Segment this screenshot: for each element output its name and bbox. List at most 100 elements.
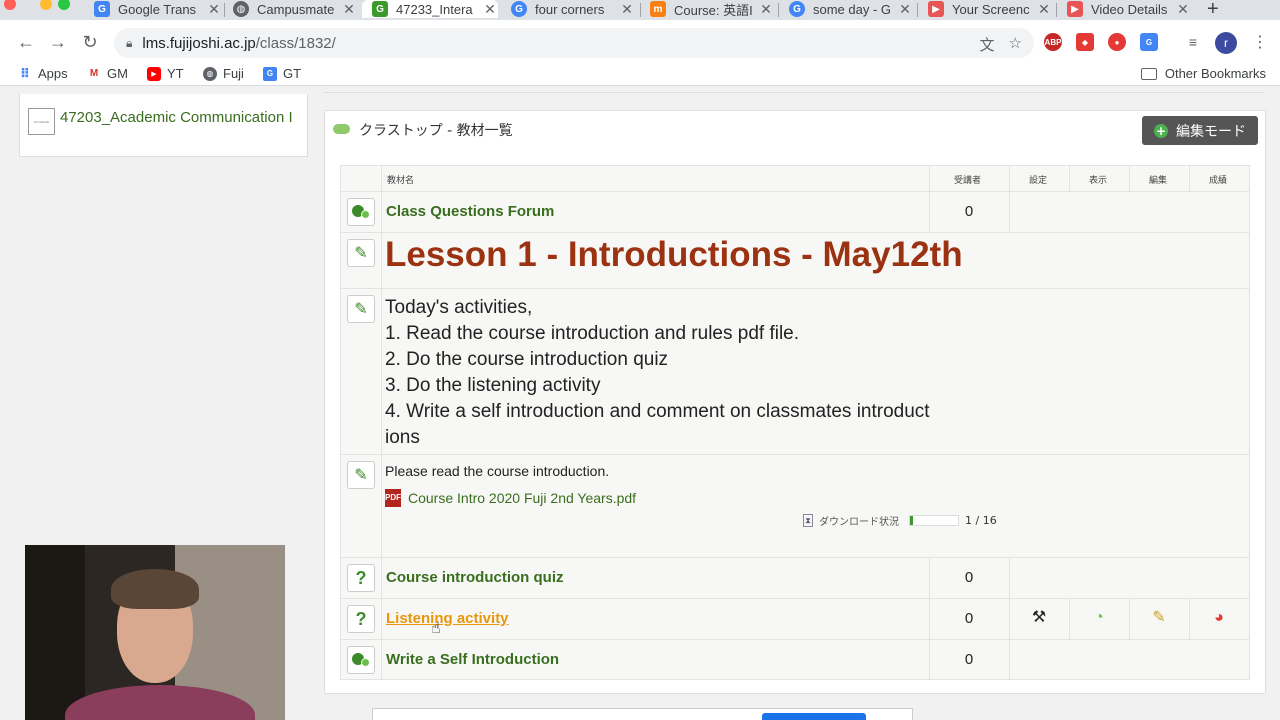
reload-icon[interactable]: ↻ xyxy=(78,30,102,54)
google-translate-icon: G xyxy=(94,1,110,17)
course-link[interactable]: 47203_Academic Communication I xyxy=(60,108,300,128)
column-header-grades: 成績 xyxy=(1209,176,1228,186)
google-translate-extension-icon[interactable]: G xyxy=(1140,33,1158,51)
pencil-icon[interactable]: ✎ xyxy=(347,295,375,323)
browser-tab[interactable]: ▶ Your Screenc ✕ xyxy=(928,0,1052,18)
pdf-link[interactable]: PDF Course Intro 2020 Fuji 2nd Years.pdf xyxy=(385,489,636,507)
browser-tab[interactable]: ▶ Video Details ✕ xyxy=(1067,0,1191,18)
browser-tab-active[interactable]: G 47233_Intera ✕ xyxy=(362,0,498,18)
close-tab-icon[interactable]: ✕ xyxy=(1036,1,1052,18)
browser-tab[interactable]: G Google Trans ✕ xyxy=(94,0,222,18)
table-row: Write a Self Introduction 0 xyxy=(341,639,1249,679)
materials-panel: クラストップ - 教材一覧 + 編集モード 教材名 受講者 設定 表示 編集 成… xyxy=(324,110,1266,694)
url-host: lms.fujijoshi.ac.jp xyxy=(142,34,256,52)
settings-tools-icon[interactable]: ⚒ xyxy=(1029,608,1049,628)
browser-tab[interactable]: G some day - G ✕ xyxy=(789,0,913,18)
adblock-plus-icon[interactable]: ABP xyxy=(1044,33,1062,51)
browser-tab[interactable]: ◍ Campusmate ✕ xyxy=(233,0,357,18)
grades-icon[interactable]: ◕ xyxy=(1209,608,1229,628)
google-icon: G xyxy=(511,1,527,17)
window-minimize-button[interactable] xyxy=(40,0,52,10)
quiz-icon[interactable]: ? xyxy=(347,605,375,633)
close-tab-icon[interactable]: ✕ xyxy=(341,1,357,18)
activity-item: 4. Write a self introduction and comment… xyxy=(385,401,930,422)
screencast-icon: ▶ xyxy=(1067,1,1083,17)
profile-avatar[interactable]: r xyxy=(1215,32,1237,54)
tab-title: Course: 英語I xyxy=(674,2,753,18)
bookmarks-bar: ⠿ Apps M GM ▶ YT ◍ Fuji G GT Other Bookm… xyxy=(0,64,1280,86)
activity-item: 2. Do the course introduction quiz xyxy=(385,349,669,370)
lock-icon[interactable]: 🔒︎ xyxy=(126,36,132,51)
forum-link[interactable]: Class Questions Forum xyxy=(386,203,554,220)
webcam-overlay xyxy=(25,545,285,720)
tab-title: four corners xyxy=(535,1,605,17)
close-tab-icon[interactable]: ✕ xyxy=(1175,1,1191,18)
other-bookmarks[interactable]: Other Bookmarks xyxy=(1140,66,1266,81)
forum-icon[interactable] xyxy=(347,198,375,226)
bookmark-yt[interactable]: ▶ YT xyxy=(147,66,184,81)
bookmark-gt[interactable]: G GT xyxy=(263,66,301,81)
tab-title: Google Trans xyxy=(118,1,197,17)
window-zoom-button[interactable] xyxy=(58,0,70,10)
close-tab-icon[interactable]: ✕ xyxy=(897,1,913,18)
activities-text: Today's activities, 1. Read the course i… xyxy=(385,295,1005,451)
bookmark-apps[interactable]: ⠿ Apps xyxy=(18,65,68,82)
other-bookmarks-label: Other Bookmarks xyxy=(1164,66,1266,81)
bookmark-label: YT xyxy=(167,66,184,81)
display-toggle-icon[interactable]: ◔ xyxy=(1089,608,1109,628)
course-sidebar: NO IMAGE 47203_Academic Communication I xyxy=(19,94,308,157)
download-label: ダウンロード状況 xyxy=(819,517,899,528)
intro-text: Please read the course introduction. xyxy=(385,463,610,479)
edit-mode-button[interactable]: + 編集モード xyxy=(1142,116,1258,145)
activity-item: 1. Read the course introduction and rule… xyxy=(385,323,800,344)
table-row: Class Questions Forum 0 xyxy=(341,191,1249,232)
pencil-icon[interactable]: ✎ xyxy=(347,461,375,489)
edit-pencil-icon[interactable]: ✎ xyxy=(1149,608,1169,628)
selfintro-link[interactable]: Write a Self Introduction xyxy=(386,651,559,668)
hourglass-icon: ⧗ xyxy=(803,514,813,527)
close-tab-icon[interactable]: ✕ xyxy=(758,1,774,18)
shield-icon[interactable]: ◆ xyxy=(1076,33,1094,51)
pencil-icon[interactable]: ✎ xyxy=(347,239,375,267)
moodle-icon: m xyxy=(650,1,666,17)
table-row: ? Course introduction quiz 0 xyxy=(341,557,1249,598)
new-tab-button[interactable]: + xyxy=(1207,0,1219,21)
tab-title: Campusmate xyxy=(257,1,335,17)
quiz-link[interactable]: Course introduction quiz xyxy=(386,569,564,586)
forum-icon[interactable] xyxy=(347,646,375,674)
activities-heading: Today's activities, xyxy=(385,297,533,318)
column-header-name: 教材名 xyxy=(387,176,415,186)
close-tab-icon[interactable]: ✕ xyxy=(482,1,498,18)
address-bar[interactable]: 🔒︎ lms.fujijoshi.ac.jp/class/1832/ 文 ☆ xyxy=(114,28,1034,58)
browser-tab[interactable]: m Course: 英語I ✕ xyxy=(650,0,774,18)
back-arrow-icon[interactable]: ← xyxy=(14,30,38,54)
media-controls-icon[interactable]: ≡ xyxy=(1184,33,1202,51)
apps-grid-icon: ⠿ xyxy=(19,65,31,81)
bookmark-gm[interactable]: M GM xyxy=(87,66,128,81)
tab-title: Video Details xyxy=(1091,1,1168,17)
quiz-icon[interactable]: ? xyxy=(347,564,375,592)
bookmark-fuji[interactable]: ◍ Fuji xyxy=(203,66,244,81)
download-count: 1 / 16 xyxy=(965,514,997,527)
window-close-button[interactable] xyxy=(4,0,16,10)
table-row: ? Listening activity 0 ⚒ ◔ ✎ ◕ xyxy=(341,598,1249,639)
dialog-button[interactable] xyxy=(762,713,866,720)
tab-title: 47233_Intera xyxy=(396,1,473,17)
browser-tab[interactable]: G four corners ✕ xyxy=(511,0,635,18)
star-bookmark-icon[interactable]: ☆ xyxy=(1009,34,1022,55)
table-row: ✎ Today's activities, 1. Read the course… xyxy=(341,288,1249,454)
listening-link[interactable]: Listening activity xyxy=(386,610,509,627)
lesson-heading: Lesson 1 - Introductions - May12th xyxy=(385,235,963,274)
student-count: 0 xyxy=(964,610,974,627)
menu-icon[interactable]: ⋮ xyxy=(1252,32,1268,52)
pdf-link-label: Course Intro 2020 Fuji 2nd Years.pdf xyxy=(408,490,637,506)
translate-page-icon[interactable]: 文 xyxy=(980,34,995,55)
close-tab-icon[interactable]: ✕ xyxy=(619,1,635,18)
bookmark-label: GM xyxy=(107,66,128,81)
download-status: ⧗ ダウンロード状況 1 / 16 xyxy=(803,513,997,528)
screencast-extension-icon[interactable]: ● xyxy=(1108,33,1126,51)
bookmark-label: Apps xyxy=(38,66,68,81)
table-row: ✎ Please read the course introduction. P… xyxy=(341,454,1249,557)
close-tab-icon[interactable]: ✕ xyxy=(206,1,222,18)
forward-arrow-icon[interactable]: → xyxy=(46,30,70,54)
